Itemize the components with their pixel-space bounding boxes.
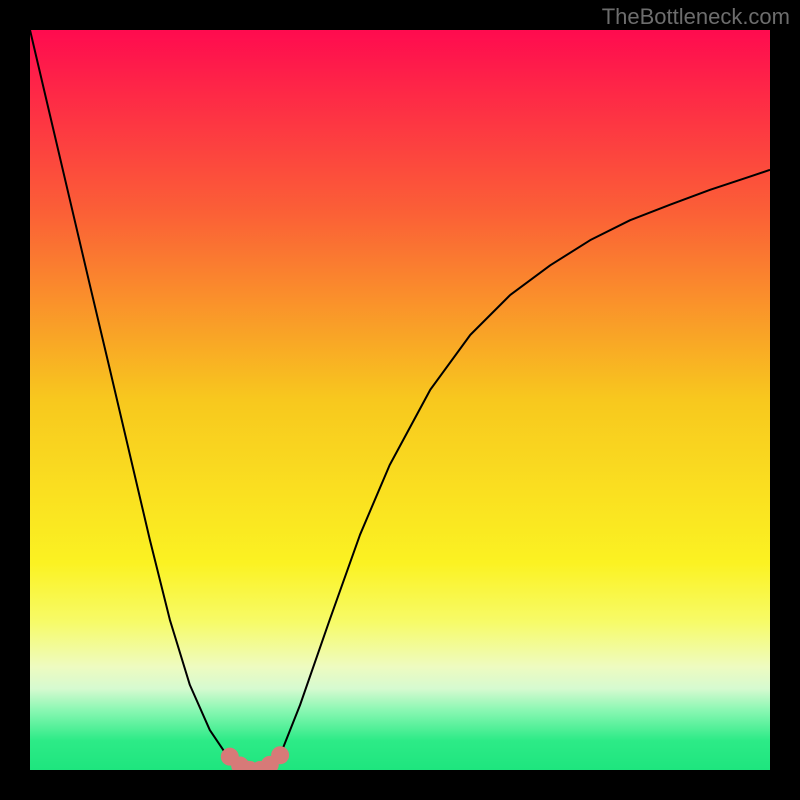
chart-background bbox=[30, 30, 770, 770]
marker-point bbox=[271, 746, 289, 764]
attribution-text: TheBottleneck.com bbox=[602, 4, 790, 30]
bottleneck-plot bbox=[30, 30, 770, 770]
chart-frame bbox=[30, 30, 770, 770]
